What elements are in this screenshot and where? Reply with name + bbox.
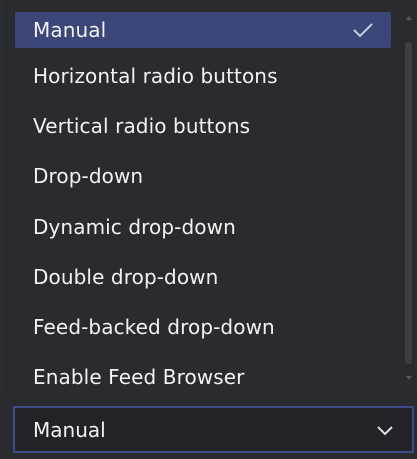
option-drop-down[interactable]: Drop-down — [15, 158, 391, 194]
option-dynamic-drop-down[interactable]: Dynamic drop-down — [15, 209, 391, 245]
option-vertical-radio-buttons[interactable]: Vertical radio buttons — [15, 108, 391, 144]
dropdown-widget: Manual Horizontal radio buttons Vertical… — [0, 0, 417, 459]
dropdown-options-list: Manual Horizontal radio buttons Vertical… — [3, 0, 415, 396]
option-label: Horizontal radio buttons — [33, 64, 278, 88]
option-label: Enable Feed Browser — [33, 365, 245, 389]
option-label: Feed-backed drop-down — [33, 315, 275, 339]
option-feed-backed-drop-down[interactable]: Feed-backed drop-down — [15, 309, 391, 345]
scrollbar[interactable] — [403, 12, 415, 396]
option-double-drop-down[interactable]: Double drop-down — [15, 259, 391, 295]
option-label: Double drop-down — [33, 265, 219, 289]
option-label: Drop-down — [33, 164, 144, 188]
option-horizontal-radio-buttons[interactable]: Horizontal radio buttons — [15, 58, 391, 94]
scroll-up-arrow-icon[interactable] — [403, 12, 415, 24]
option-enable-feed-browser[interactable]: Enable Feed Browser — [15, 360, 391, 394]
scrollbar-thumb[interactable] — [405, 42, 412, 364]
checkmark-icon — [353, 23, 373, 38]
option-manual[interactable]: Manual — [15, 12, 391, 48]
chevron-down-icon[interactable] — [374, 420, 396, 440]
option-label: Dynamic drop-down — [33, 215, 236, 239]
option-label: Manual — [33, 18, 107, 42]
select-field[interactable]: Manual — [13, 406, 414, 453]
select-value: Manual — [33, 417, 106, 442]
option-label: Vertical radio buttons — [33, 114, 251, 138]
scroll-down-arrow-icon[interactable] — [403, 372, 415, 384]
